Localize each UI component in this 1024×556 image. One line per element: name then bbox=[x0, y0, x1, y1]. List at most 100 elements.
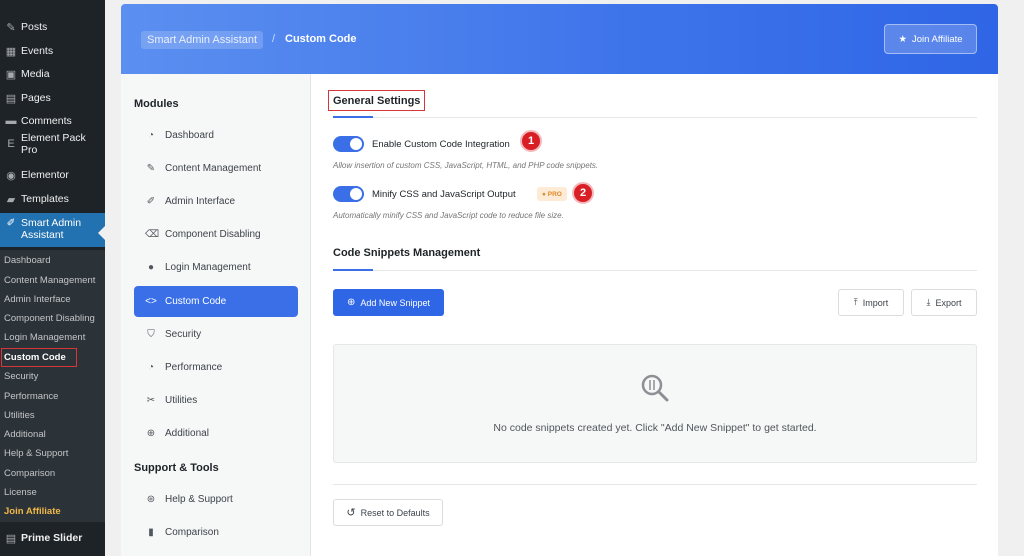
wp-menu-item-posts[interactable]: ✎ Posts bbox=[0, 16, 105, 38]
module-nav-label: Performance bbox=[165, 362, 223, 373]
minify-output-label: Minify CSS and JavaScript Output bbox=[372, 189, 516, 200]
wp-menu-label: Comments bbox=[21, 115, 72, 127]
support-nav-label: Comparison bbox=[165, 527, 219, 538]
breadcrumb-parent[interactable]: Smart Admin Assistant bbox=[141, 31, 264, 49]
plus-circle-icon: ⊕ bbox=[146, 428, 156, 439]
wp-menu-label: Media bbox=[21, 68, 50, 80]
media-icon: ▣ bbox=[5, 68, 17, 81]
module-nav-label: Security bbox=[165, 329, 202, 340]
wp-menu-item-smart-admin-assistant[interactable]: ✐ Smart Admin Assistant bbox=[0, 213, 105, 247]
section-divider bbox=[333, 270, 977, 271]
step-marker-1: 1 bbox=[520, 130, 542, 152]
enable-custom-code-toggle[interactable] bbox=[333, 136, 364, 152]
wp-submenu-item[interactable]: Comparison bbox=[4, 468, 55, 479]
wp-menu-label: Elementor bbox=[21, 169, 69, 181]
wp-submenu-item[interactable]: Security bbox=[4, 371, 38, 382]
module-nav-admin-interface[interactable]: ✐ Admin Interface bbox=[134, 186, 298, 217]
code-icon: <> bbox=[145, 296, 157, 307]
wp-menu-label: Element Pack Pro bbox=[21, 132, 86, 156]
module-nav-component-disabling[interactable]: ⌫ Component Disabling bbox=[134, 219, 298, 250]
wp-submenu-item[interactable]: Component Disabling bbox=[4, 313, 95, 324]
join-affiliate-label: Join Affiliate bbox=[912, 33, 963, 45]
gauge-icon: ◔ bbox=[147, 130, 155, 141]
wp-menu-item-media[interactable]: ▣ Media bbox=[0, 63, 105, 85]
wp-menu-item-events[interactable]: ▦ Events bbox=[0, 40, 105, 62]
reset-to-defaults-button[interactable]: ↺ Reset to Defaults bbox=[333, 499, 443, 526]
module-nav-label: Admin Interface bbox=[165, 196, 236, 207]
wp-menu-item-elementor[interactable]: ◉ Elementor bbox=[0, 164, 105, 186]
add-new-snippet-button[interactable]: ⊕ Add New Snippet bbox=[333, 289, 444, 316]
wp-menu-label: Pages bbox=[21, 92, 51, 104]
user-icon: ● bbox=[147, 262, 155, 273]
empty-snippets-box bbox=[333, 344, 977, 463]
wp-submenu-item[interactable]: Admin Interface bbox=[4, 294, 71, 305]
module-nav-label: Component Disabling bbox=[165, 229, 261, 240]
shield-icon: ⛉ bbox=[147, 329, 155, 340]
wp-menu-item-comments[interactable]: ▬ Comments bbox=[0, 110, 105, 132]
import-button[interactable]: ⤒ Import bbox=[838, 289, 904, 316]
download-icon: ⤓ bbox=[926, 297, 931, 307]
module-nav-performance[interactable]: ◔ Performance bbox=[134, 352, 298, 383]
gauge-icon: ◔ bbox=[147, 362, 155, 373]
module-nav-label: Additional bbox=[165, 428, 209, 439]
module-nav-utilities[interactable]: ✂ Utilities bbox=[134, 385, 298, 416]
element-pack-icon: E bbox=[7, 138, 15, 150]
general-settings-highlight bbox=[328, 90, 425, 111]
join-affiliate-button[interactable]: ★ Join Affiliate bbox=[884, 24, 977, 54]
wp-menu-item-element-pack-pro[interactable]: E Element Pack Pro bbox=[0, 132, 105, 156]
section-divider bbox=[333, 117, 977, 118]
support-heading: Support & Tools bbox=[134, 462, 219, 474]
export-button[interactable]: ⤓ Export bbox=[911, 289, 977, 316]
page-icon: ▤ bbox=[5, 92, 17, 105]
section-accent bbox=[333, 116, 373, 118]
wp-menu-item-pages[interactable]: ▤ Pages bbox=[0, 87, 105, 109]
reset-icon: ↺ bbox=[346, 507, 356, 519]
plus-circle-icon: ⊕ bbox=[347, 297, 356, 308]
elementor-icon: ◉ bbox=[6, 169, 16, 182]
import-label: Import bbox=[862, 297, 889, 308]
wrench-icon: ✐ bbox=[6, 217, 16, 229]
wp-submenu-item[interactable]: Login Management bbox=[4, 332, 85, 343]
enable-custom-code-description: Allow insertion of custom CSS, JavaScrip… bbox=[333, 161, 599, 170]
module-nav-additional[interactable]: ⊕ Additional bbox=[134, 418, 298, 449]
module-nav-custom-code[interactable]: <> Custom Code bbox=[134, 286, 298, 317]
pin-icon: ✎ bbox=[146, 163, 156, 174]
wp-submenu-item[interactable]: Join Affiliate bbox=[4, 506, 61, 517]
module-nav-login-management[interactable]: ● Login Management bbox=[134, 252, 298, 283]
wp-menu-label: Posts bbox=[21, 21, 48, 33]
comment-icon: ▬ bbox=[5, 115, 17, 127]
module-nav-content-management[interactable]: ✎ Content Management bbox=[134, 153, 298, 184]
wp-submenu-item[interactable]: Utilities bbox=[4, 410, 35, 421]
wp-submenu-item[interactable]: Additional bbox=[4, 429, 46, 440]
module-nav-security[interactable]: ⛉ Security bbox=[134, 319, 298, 350]
wp-menu-item-templates[interactable]: ▰ Templates bbox=[0, 188, 105, 210]
wp-menu-label: Templates bbox=[21, 193, 69, 205]
wp-submenu-item[interactable]: License bbox=[4, 487, 37, 498]
calendar-icon: ▦ bbox=[5, 45, 17, 58]
wp-menu-label: Prime Slider bbox=[21, 532, 83, 544]
support-nav-help-support[interactable]: ⊛ Help & Support bbox=[134, 484, 298, 515]
pin-icon: ✎ bbox=[6, 21, 16, 34]
wp-menu-label: Assistant bbox=[21, 229, 64, 241]
minify-output-toggle[interactable] bbox=[333, 186, 364, 202]
minify-output-description: Automatically minify CSS and JavaScript … bbox=[333, 211, 564, 220]
step-marker-2: 2 bbox=[572, 182, 594, 204]
support-nav-comparison[interactable]: ▮ Comparison bbox=[134, 517, 298, 548]
module-nav-label: Content Management bbox=[165, 163, 262, 174]
module-nav-label: Dashboard bbox=[165, 130, 214, 141]
code-search-icon bbox=[640, 373, 670, 403]
export-label: Export bbox=[935, 297, 962, 308]
pro-badge: ● PRO bbox=[537, 187, 567, 201]
wp-menu-item-prime-slider[interactable]: ▤ Prime Slider bbox=[0, 526, 105, 550]
wp-submenu-item[interactable]: Dashboard bbox=[4, 255, 50, 266]
wp-submenu-item[interactable]: Performance bbox=[4, 391, 58, 402]
wp-submenu bbox=[0, 250, 105, 522]
wp-menu-label: Events bbox=[21, 45, 54, 57]
wp-submenu-item[interactable]: Content Management bbox=[4, 275, 95, 286]
wp-submenu-item[interactable]: Help & Support bbox=[4, 448, 68, 459]
star-icon: ★ bbox=[898, 33, 907, 45]
slider-icon: ▤ bbox=[5, 532, 17, 545]
eraser-icon: ⌫ bbox=[145, 229, 160, 240]
module-nav-dashboard[interactable]: ◔ Dashboard bbox=[134, 120, 298, 151]
code-snippets-title: Code Snippets Management bbox=[333, 247, 481, 259]
